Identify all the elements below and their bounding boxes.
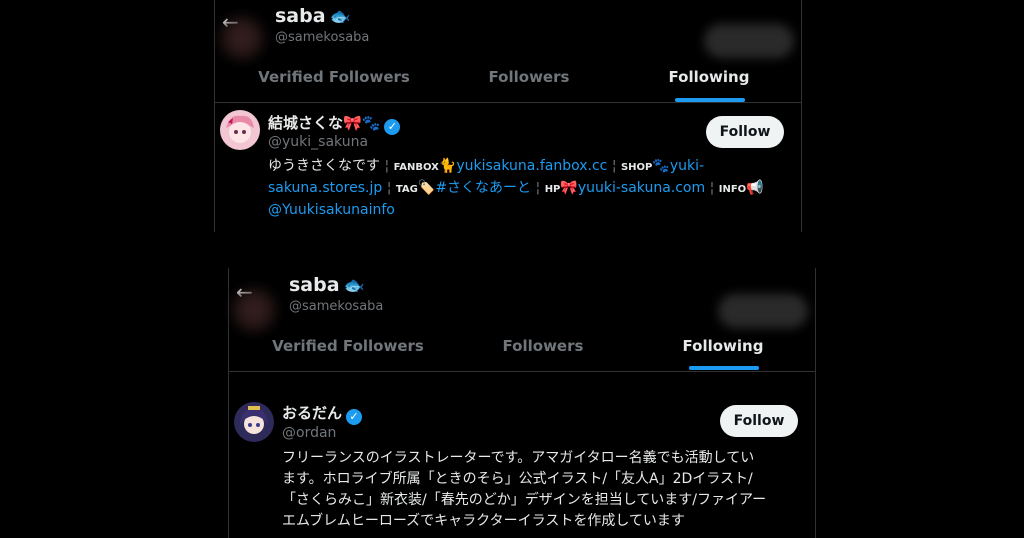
bottom-panel: ← saba🐟 @samekosaba Verified Followers F… bbox=[228, 268, 816, 538]
header-handle: @samekosaba bbox=[275, 30, 370, 45]
bio-line: 「さくらみこ」新衣装/「春先のどか」デザインを担当しています/ファイアー bbox=[282, 492, 767, 508]
tab-verified-followers[interactable]: Verified Followers bbox=[248, 337, 448, 355]
top-panel: ← saba🐟 @samekosaba Verified Followers F… bbox=[214, 0, 802, 232]
header-avatar bbox=[232, 288, 276, 332]
user-name[interactable]: 結城さくな🎀🐾 ✓ bbox=[268, 112, 401, 135]
avatar[interactable] bbox=[220, 110, 260, 150]
fish-icon: 🐟 bbox=[329, 7, 351, 27]
tab-followers[interactable]: Followers bbox=[478, 337, 608, 355]
user-handle[interactable]: @ordan bbox=[282, 425, 336, 441]
panel-border-right bbox=[801, 0, 802, 232]
bio-line: ます。ホロライブ所属「ときのそら」公式イラスト/「友人A」2Dイラスト/ bbox=[282, 471, 753, 487]
panel-border-left bbox=[228, 268, 229, 538]
info-link[interactable]: @Yuukisakunainfo bbox=[268, 202, 395, 218]
header-action-button[interactable] bbox=[704, 24, 794, 58]
tab-following[interactable]: Following bbox=[668, 337, 778, 355]
header-title: saba 🐟 bbox=[275, 5, 351, 27]
verified-badge-icon: ✓ bbox=[346, 409, 363, 425]
tab-verified-followers[interactable]: Verified Followers bbox=[234, 68, 434, 86]
panel-border-left bbox=[214, 0, 215, 232]
tab-following[interactable]: Following bbox=[654, 68, 764, 86]
panel-border-right bbox=[815, 268, 816, 538]
fanbox-link[interactable]: yukisakuna.fanbox.cc bbox=[456, 158, 607, 174]
header-avatar bbox=[220, 16, 264, 60]
header-action-button[interactable] bbox=[718, 294, 808, 328]
tabs-divider bbox=[228, 371, 816, 372]
user-handle[interactable]: @yuki_sakuna bbox=[268, 134, 368, 150]
tabs-divider bbox=[214, 102, 802, 103]
follow-button[interactable]: Follow bbox=[706, 116, 784, 148]
user-bio: フリーランスのイラストレーターです。アマガイタロー名義でも活動してい ます。ホロ… bbox=[282, 448, 810, 532]
avatar[interactable] bbox=[234, 402, 274, 442]
verified-badge-icon: ✓ bbox=[384, 119, 401, 135]
header-title: saba 🐟 bbox=[289, 274, 365, 296]
user-bio: ゆうきさくなです ¦ FANBOX🐈yukisakuna.fanbox.cc ¦… bbox=[268, 158, 764, 218]
hp-link[interactable]: yuuki-sakuna.com bbox=[578, 180, 705, 196]
bio-line: フリーランスのイラストレーターです。アマガイタロー名義でも活動してい bbox=[282, 450, 755, 466]
fish-icon: 🐟 bbox=[343, 276, 365, 296]
user-name[interactable]: おるだん ✓ bbox=[282, 402, 363, 425]
follow-button[interactable]: Follow bbox=[720, 405, 798, 437]
header-handle: @samekosaba bbox=[289, 299, 384, 314]
bio-line: エムブレムヒーローズでキャラクターイラストを作成しています bbox=[282, 513, 685, 529]
name-emoji: 🎀🐾 bbox=[343, 114, 381, 132]
tag-link[interactable]: #さくなあーと bbox=[435, 180, 531, 196]
tab-followers[interactable]: Followers bbox=[464, 68, 594, 86]
active-tab-indicator bbox=[689, 366, 759, 370]
